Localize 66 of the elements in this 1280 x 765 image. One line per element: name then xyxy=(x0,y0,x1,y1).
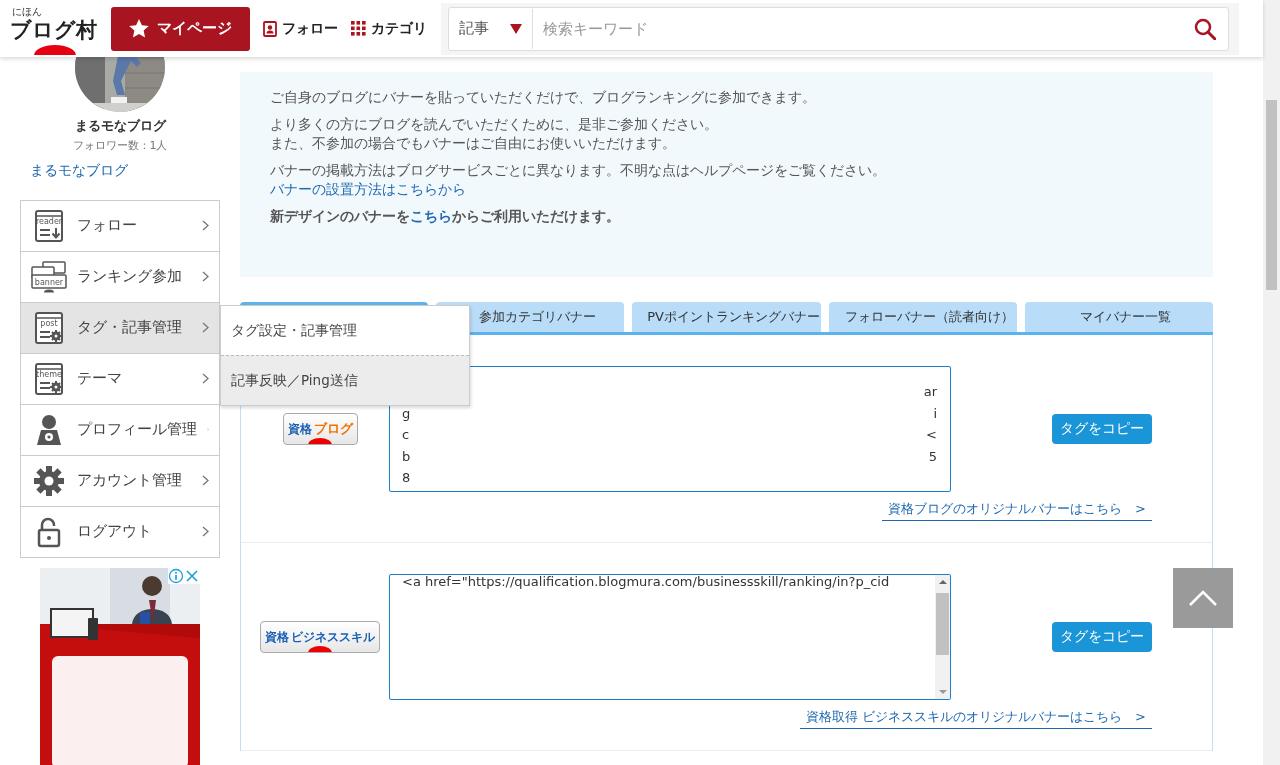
document-icon xyxy=(35,362,63,395)
document-icon xyxy=(35,311,63,344)
banner-link[interactable]: 資格取得 ビジネススキルのオリジナルバナーはこちら > xyxy=(799,708,1152,729)
scrollbar[interactable] xyxy=(1263,0,1280,765)
follower-count: フォロワー数：1人 xyxy=(71,137,169,153)
banner-icon xyxy=(31,261,67,293)
code-text: 8 xyxy=(402,469,411,487)
follow-link[interactable]: フォロー xyxy=(263,19,338,38)
search-field[interactable]: 記事 検索キーワード xyxy=(448,6,1229,51)
back-to-top-button[interactable] xyxy=(1173,568,1233,628)
sidebar-item[interactable]: post タグ・記事管理 xyxy=(21,302,219,354)
chevron-right-icon xyxy=(202,220,209,232)
dropdown-arrow-icon xyxy=(510,23,522,34)
chevron-right-icon xyxy=(202,271,209,283)
code-text: g xyxy=(402,404,411,423)
logo-caption: にほん xyxy=(12,6,42,17)
chevron-right-icon xyxy=(202,373,209,385)
blog-link[interactable]: まるモなブログ xyxy=(30,161,128,180)
code-field[interactable]: ar g i c < b 5 8 xyxy=(389,366,951,492)
icon-label: banner xyxy=(34,277,64,287)
chevron-up-icon xyxy=(1189,590,1217,606)
info-text: からご利用いただけます。 xyxy=(452,208,620,224)
code-text: i xyxy=(933,404,937,423)
scrollbar[interactable] xyxy=(935,575,950,699)
tab[interactable]: マイバナー一覧 xyxy=(1024,302,1213,332)
submenu-item[interactable]: 記事反映／Ping送信 xyxy=(221,355,469,405)
chevron-right-icon xyxy=(202,322,209,334)
down-arrow-icon xyxy=(51,226,61,239)
info-text: より多くの方にブログを読んでいただくために、是非ご参加ください。 xyxy=(270,116,718,132)
chevron-right-icon xyxy=(202,526,209,538)
tab[interactable]: PVポイントランキングバナー xyxy=(632,302,821,332)
tab[interactable]: フォローバナー（読者向け） xyxy=(828,302,1017,332)
icon-label: theme xyxy=(36,369,62,379)
code-text: c xyxy=(402,426,410,444)
person-icon xyxy=(263,20,277,37)
link[interactable]: バナーの設置方法はこちらから xyxy=(270,181,466,197)
blog-name: まるモなブログ xyxy=(73,116,168,135)
info-text: また、不参加の場合でもバナーはご自由にお使いいただけます。 xyxy=(270,135,676,151)
link[interactable]: こちら xyxy=(410,208,452,224)
info-text: 新デザインのバナーを xyxy=(270,208,410,224)
code-text: <a href="https://qualification.blogmura.com/businessskill/ranking/in?p_cid xyxy=(402,575,890,591)
banner-image: 資格 ビジネススキル xyxy=(260,621,380,653)
code-text: ar xyxy=(923,383,937,401)
gear-icon xyxy=(49,328,63,343)
grid-icon xyxy=(351,21,366,36)
banner-image: 資格 ブログ xyxy=(282,413,358,445)
icon-label: reader xyxy=(35,216,63,226)
logo-text[interactable]: ブログ村 xyxy=(10,16,97,43)
info-text: ご自身のブログにバナーを貼っていただくだけで、ブログランキングに参加できます。 xyxy=(270,89,816,105)
category-link[interactable]: カテゴリ xyxy=(351,19,427,38)
code-text: < xyxy=(926,426,937,444)
code-text: b xyxy=(402,447,411,466)
chevron-right-icon xyxy=(202,475,209,487)
code-text: 5 xyxy=(928,447,937,466)
star-icon xyxy=(129,19,149,38)
icon-label: post xyxy=(40,318,58,328)
code-field[interactable]: <a href="https://qualification.blogmura.com/businessskill/ranking/in?p_cid xyxy=(389,574,951,700)
search-icon[interactable] xyxy=(1194,17,1216,40)
close-icon[interactable] xyxy=(184,567,200,584)
settings-icon xyxy=(31,464,67,497)
gear-icon xyxy=(49,379,63,394)
document-icon xyxy=(35,209,63,242)
info-text: バナーの掲載方法はブログサービスごとに異なります。不明な点はヘルプページをご覧ください。 xyxy=(270,162,886,178)
mypage-button[interactable]: マイページ xyxy=(111,6,250,51)
banner-link[interactable]: 資格ブログのオリジナルバナーはこちら > xyxy=(882,500,1152,521)
info-icon[interactable] xyxy=(168,567,184,584)
